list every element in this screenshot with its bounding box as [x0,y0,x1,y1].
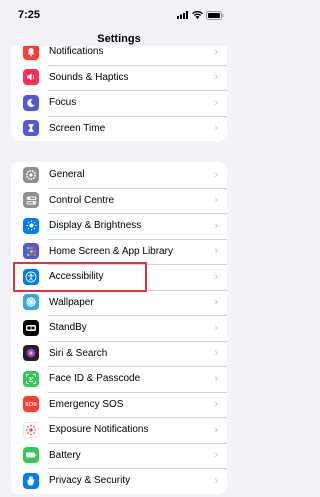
hand-icon [23,472,39,489]
chevron-right-icon: › [214,296,218,309]
chevron-right-icon: › [214,71,218,84]
settings-row-label: StandBy [49,322,87,334]
exposure-icon [23,421,39,438]
settings-row-label: Notifications [49,46,104,58]
status-icons [177,10,224,20]
row-separator [48,391,227,392]
settings-row-standby[interactable]: StandBy › [11,315,227,341]
chevron-right-icon: › [214,45,218,58]
settings-row-display-and-brightness[interactable]: Display & Brightness › [11,213,227,239]
svg-text:SOS: SOS [25,402,37,408]
row-separator [48,213,227,214]
battery-status-icon [206,10,224,20]
page-title: Settings [97,33,141,45]
row-separator [48,238,227,239]
grid-icon [23,243,39,260]
standby-icon [23,319,39,336]
sos-icon: SOS [23,396,39,413]
sun-icon [23,217,39,234]
settings-row-wallpaper[interactable]: Wallpaper › [11,289,227,316]
settings-row-label: Focus [49,97,77,109]
row-separator [48,90,227,91]
chevron-right-icon: › [214,423,218,436]
chevron-right-icon: › [214,194,218,207]
chevron-right-icon: › [214,321,218,334]
status-bar: 7:25 [0,0,238,24]
signal-icon [177,11,188,19]
chevron-right-icon: › [214,245,218,258]
row-separator [48,417,227,418]
settings-row-label: Control Centre [49,194,115,206]
settings-row-battery[interactable]: Battery › [11,442,227,469]
settings-row-home-screen-and-app-library[interactable]: Home Screen & App Library › [11,238,227,265]
settings-row-label: Privacy & Security [49,475,131,487]
settings-row-label: Emergency SOS [49,398,124,410]
settings-row-control-centre[interactable]: Control Centre › [11,187,227,214]
bell-icon [23,43,39,60]
settings-row-label: Wallpaper [49,296,94,308]
chevron-right-icon: › [214,398,218,411]
settings-row-label: Sounds & Haptics [49,71,129,83]
row-separator [48,340,227,341]
settings-row-label: General [49,169,85,181]
chevron-right-icon: › [214,96,218,109]
chevron-right-icon: › [214,270,218,283]
settings-row-exposure-notifications[interactable]: Exposure Notifications › [11,417,227,443]
settings-row-label: Siri & Search [49,347,108,359]
settings-row-label: Display & Brightness [49,220,142,232]
settings-row-privacy-and-security[interactable]: Privacy & Security › [11,468,227,494]
row-separator [48,187,227,188]
accessibility-highlight-box [13,262,147,292]
settings-row-sounds-and-haptics[interactable]: Sounds & Haptics › [11,64,227,91]
settings-row-emergency-sos[interactable]: SOS Emergency SOS › [11,391,227,418]
chevron-right-icon: › [214,168,218,181]
settings-row-label: Screen Time [49,122,106,134]
chevron-right-icon: › [214,372,218,385]
row-separator [48,468,227,469]
settings-row-general[interactable]: General › [11,162,227,188]
settings-row-label: Face ID & Passcode [49,373,141,385]
speaker-icon [23,69,39,86]
row-separator [48,315,227,316]
row-separator [48,64,227,65]
chevron-right-icon: › [214,347,218,360]
settings-row-siri-and-search[interactable]: Siri & Search › [11,340,227,367]
chevron-right-icon: › [214,219,218,232]
row-separator [48,115,227,116]
settings-group-2: General › Control Centre › Display & Brightn… [11,162,227,494]
settings-row-label: Home Screen & App Library [49,245,173,257]
battery-icon [23,447,39,464]
chevron-right-icon: › [214,474,218,487]
chevron-right-icon: › [214,122,218,135]
moon-icon [23,94,39,111]
chevron-right-icon: › [214,449,218,462]
row-separator [48,366,227,367]
switches-icon [23,192,39,209]
flower-icon [23,294,39,311]
faceid-icon [23,370,39,387]
hourglass-icon [23,120,39,137]
siri-icon [23,345,39,362]
settings-row-focus[interactable]: Focus › [11,90,227,116]
gear-icon [23,166,39,183]
settings-group-1: Notifications › Sounds & Haptics › Focus › Scr… [11,39,227,141]
settings-row-label: Battery [49,449,81,461]
wifi-icon [192,11,203,19]
row-separator [48,442,227,443]
settings-row-face-id-and-passcode[interactable]: Face ID & Passcode › [11,366,227,392]
status-time: 7:25 [18,9,41,21]
settings-row-label: Exposure Notifications [49,424,149,436]
settings-row-screen-time[interactable]: Screen Time › [11,115,227,142]
